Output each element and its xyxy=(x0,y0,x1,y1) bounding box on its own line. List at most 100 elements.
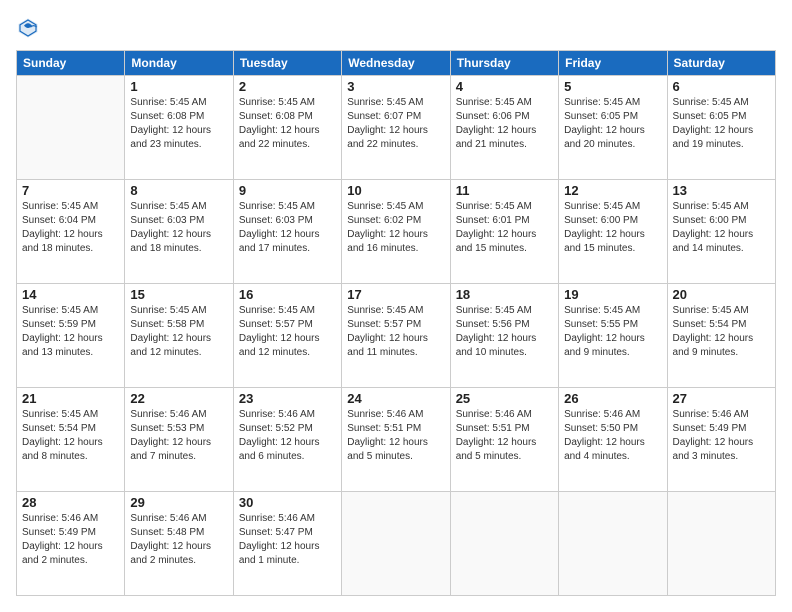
calendar-cell: 23 Sunrise: 5:46 AM Sunset: 5:52 PM Dayli… xyxy=(233,388,341,492)
day-info: Sunrise: 5:46 AM Sunset: 5:53 PM Dayligh… xyxy=(130,408,227,464)
day-info: Sunrise: 5:46 AM Sunset: 5:51 PM Dayligh… xyxy=(347,408,444,464)
day-number: 8 xyxy=(130,183,227,198)
day-info: Sunrise: 5:45 AM Sunset: 6:01 PM Dayligh… xyxy=(456,200,553,256)
day-info: Sunrise: 5:45 AM Sunset: 6:03 PM Dayligh… xyxy=(239,200,336,256)
calendar-table: SundayMondayTuesdayWednesdayThursdayFrid… xyxy=(16,50,776,596)
day-info: Sunrise: 5:45 AM Sunset: 6:00 PM Dayligh… xyxy=(564,200,661,256)
calendar-cell: 11 Sunrise: 5:45 AM Sunset: 6:01 PM Dayli… xyxy=(450,180,558,284)
day-number: 17 xyxy=(347,287,444,302)
day-number: 19 xyxy=(564,287,661,302)
calendar-cell: 10 Sunrise: 5:45 AM Sunset: 6:02 PM Dayli… xyxy=(342,180,450,284)
weekday-header-saturday: Saturday xyxy=(667,51,775,76)
day-number: 9 xyxy=(239,183,336,198)
header xyxy=(16,16,776,40)
calendar-cell: 1 Sunrise: 5:45 AM Sunset: 6:08 PM Daylig… xyxy=(125,76,233,180)
day-info: Sunrise: 5:45 AM Sunset: 6:07 PM Dayligh… xyxy=(347,96,444,152)
calendar-cell: 2Sunrise: 5:45 AM Sunset: 6:08 PM Daylig… xyxy=(233,76,341,180)
weekday-header-friday: Friday xyxy=(559,51,667,76)
calendar-cell: 24 Sunrise: 5:46 AM Sunset: 5:51 PM Dayli… xyxy=(342,388,450,492)
day-info: Sunrise: 5:46 AM Sunset: 5:47 PM Dayligh… xyxy=(239,512,336,568)
day-number: 10 xyxy=(347,183,444,198)
day-number: 20 xyxy=(673,287,770,302)
day-number: 6 xyxy=(673,79,770,94)
day-info: Sunrise: 5:45 AM Sunset: 6:05 PM Dayligh… xyxy=(564,96,661,152)
calendar-cell: 30 Sunrise: 5:46 AM Sunset: 5:47 PM Dayli… xyxy=(233,492,341,596)
day-number: 25 xyxy=(456,391,553,406)
day-number: 23 xyxy=(239,391,336,406)
calendar-cell: 14 Sunrise: 5:45 AM Sunset: 5:59 PM Dayli… xyxy=(17,284,125,388)
calendar-cell: 5 Sunrise: 5:45 AM Sunset: 6:05 PM Daylig… xyxy=(559,76,667,180)
calendar-cell: 3Sunrise: 5:45 AM Sunset: 6:07 PM Daylig… xyxy=(342,76,450,180)
day-info: Sunrise: 5:45 AM Sunset: 5:55 PM Dayligh… xyxy=(564,304,661,360)
weekday-header-wednesday: Wednesday xyxy=(342,51,450,76)
day-info: Sunrise: 5:46 AM Sunset: 5:51 PM Dayligh… xyxy=(456,408,553,464)
day-number: 29 xyxy=(130,495,227,510)
day-number: 15 xyxy=(130,287,227,302)
day-number: 12 xyxy=(564,183,661,198)
calendar-cell: 16Sunrise: 5:45 AM Sunset: 5:57 PM Dayli… xyxy=(233,284,341,388)
calendar-cell: 8 Sunrise: 5:45 AM Sunset: 6:03 PM Daylig… xyxy=(125,180,233,284)
calendar-cell: 28 Sunrise: 5:46 AM Sunset: 5:49 PM Dayli… xyxy=(17,492,125,596)
calendar-cell: 26Sunrise: 5:46 AM Sunset: 5:50 PM Dayli… xyxy=(559,388,667,492)
page: SundayMondayTuesdayWednesdayThursdayFrid… xyxy=(0,0,792,612)
calendar-cell: 18 Sunrise: 5:45 AM Sunset: 5:56 PM Dayli… xyxy=(450,284,558,388)
calendar-cell xyxy=(667,492,775,596)
day-number: 11 xyxy=(456,183,553,198)
calendar-cell xyxy=(342,492,450,596)
calendar-cell: 7 Sunrise: 5:45 AM Sunset: 6:04 PM Daylig… xyxy=(17,180,125,284)
day-info: Sunrise: 5:45 AM Sunset: 5:56 PM Dayligh… xyxy=(456,304,553,360)
day-number: 28 xyxy=(22,495,119,510)
weekday-header-row: SundayMondayTuesdayWednesdayThursdayFrid… xyxy=(17,51,776,76)
day-number: 5 xyxy=(564,79,661,94)
day-info: Sunrise: 5:46 AM Sunset: 5:49 PM Dayligh… xyxy=(22,512,119,568)
calendar-cell: 12 Sunrise: 5:45 AM Sunset: 6:00 PM Dayli… xyxy=(559,180,667,284)
calendar-cell xyxy=(559,492,667,596)
calendar-cell: 9 Sunrise: 5:45 AM Sunset: 6:03 PM Daylig… xyxy=(233,180,341,284)
day-info: Sunrise: 5:45 AM Sunset: 5:57 PM Dayligh… xyxy=(347,304,444,360)
day-number: 7 xyxy=(22,183,119,198)
day-info: Sunrise: 5:45 AM Sunset: 6:03 PM Dayligh… xyxy=(130,200,227,256)
calendar-cell: 21Sunrise: 5:45 AM Sunset: 5:54 PM Dayli… xyxy=(17,388,125,492)
day-number: 2 xyxy=(239,79,336,94)
day-info: Sunrise: 5:45 AM Sunset: 6:08 PM Dayligh… xyxy=(130,96,227,152)
week-row-1: 1 Sunrise: 5:45 AM Sunset: 6:08 PM Daylig… xyxy=(17,76,776,180)
day-number: 13 xyxy=(673,183,770,198)
calendar-cell xyxy=(17,76,125,180)
day-info: Sunrise: 5:45 AM Sunset: 6:02 PM Dayligh… xyxy=(347,200,444,256)
day-info: Sunrise: 5:45 AM Sunset: 6:06 PM Dayligh… xyxy=(456,96,553,152)
day-number: 26 xyxy=(564,391,661,406)
week-row-3: 14 Sunrise: 5:45 AM Sunset: 5:59 PM Dayli… xyxy=(17,284,776,388)
day-number: 24 xyxy=(347,391,444,406)
day-info: Sunrise: 5:45 AM Sunset: 6:04 PM Dayligh… xyxy=(22,200,119,256)
week-row-4: 21Sunrise: 5:45 AM Sunset: 5:54 PM Dayli… xyxy=(17,388,776,492)
day-info: Sunrise: 5:45 AM Sunset: 5:59 PM Dayligh… xyxy=(22,304,119,360)
weekday-header-tuesday: Tuesday xyxy=(233,51,341,76)
day-number: 1 xyxy=(130,79,227,94)
day-number: 4 xyxy=(456,79,553,94)
calendar-cell: 25 Sunrise: 5:46 AM Sunset: 5:51 PM Dayli… xyxy=(450,388,558,492)
day-info: Sunrise: 5:46 AM Sunset: 5:52 PM Dayligh… xyxy=(239,408,336,464)
day-number: 16 xyxy=(239,287,336,302)
day-number: 18 xyxy=(456,287,553,302)
calendar-cell: 27 Sunrise: 5:46 AM Sunset: 5:49 PM Dayli… xyxy=(667,388,775,492)
calendar-cell: 6 Sunrise: 5:45 AM Sunset: 6:05 PM Daylig… xyxy=(667,76,775,180)
day-info: Sunrise: 5:45 AM Sunset: 6:00 PM Dayligh… xyxy=(673,200,770,256)
weekday-header-sunday: Sunday xyxy=(17,51,125,76)
day-info: Sunrise: 5:46 AM Sunset: 5:49 PM Dayligh… xyxy=(673,408,770,464)
calendar-cell: 29 Sunrise: 5:46 AM Sunset: 5:48 PM Dayli… xyxy=(125,492,233,596)
day-number: 14 xyxy=(22,287,119,302)
day-info: Sunrise: 5:45 AM Sunset: 5:54 PM Dayligh… xyxy=(22,408,119,464)
calendar-cell: 17 Sunrise: 5:45 AM Sunset: 5:57 PM Dayli… xyxy=(342,284,450,388)
logo xyxy=(16,16,44,40)
logo-icon xyxy=(16,16,40,40)
day-info: Sunrise: 5:45 AM Sunset: 6:05 PM Dayligh… xyxy=(673,96,770,152)
calendar-cell xyxy=(450,492,558,596)
calendar-cell: 22Sunrise: 5:46 AM Sunset: 5:53 PM Dayli… xyxy=(125,388,233,492)
day-number: 27 xyxy=(673,391,770,406)
weekday-header-monday: Monday xyxy=(125,51,233,76)
day-number: 30 xyxy=(239,495,336,510)
calendar-cell: 4 Sunrise: 5:45 AM Sunset: 6:06 PM Daylig… xyxy=(450,76,558,180)
day-info: Sunrise: 5:46 AM Sunset: 5:48 PM Dayligh… xyxy=(130,512,227,568)
calendar-cell: 13 Sunrise: 5:45 AM Sunset: 6:00 PM Dayli… xyxy=(667,180,775,284)
day-info: Sunrise: 5:45 AM Sunset: 5:58 PM Dayligh… xyxy=(130,304,227,360)
